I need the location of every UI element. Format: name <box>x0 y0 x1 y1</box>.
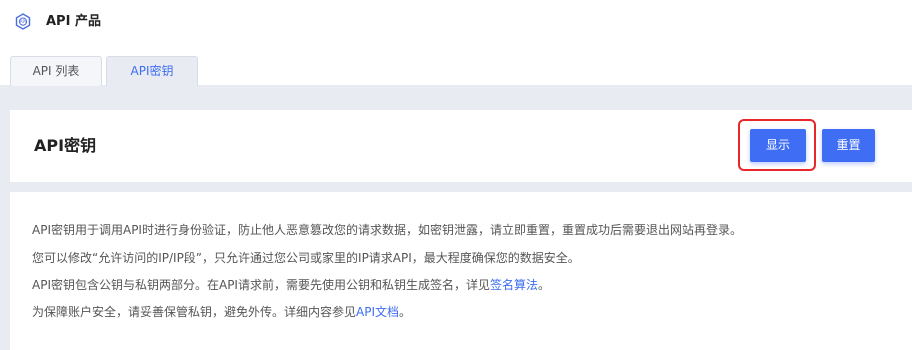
reset-button[interactable]: 重置 <box>822 129 875 162</box>
description-line-3: API密钥包含公钥与私钥两部分。在API请求前，需要先使用公钥和私钥生成签名，详… <box>32 276 550 294</box>
description-line-4-text: 为保障账户安全，请妥善保管私钥，避免外传。详细内容参见 <box>32 305 357 319</box>
page-title: API 产品 <box>46 14 101 29</box>
svg-text:API: API <box>20 19 27 24</box>
api-docs-link[interactable]: API文档 <box>356 305 399 319</box>
signature-algorithm-link[interactable]: 签名算法 <box>490 278 538 292</box>
section-title: API密钥 <box>34 136 97 155</box>
description-line-4: 为保障账户安全，请妥善保管私钥，避免外传。详细内容参见API文档。 <box>32 303 411 321</box>
description-line-2: 您可以修改“允许访问的IP/IP段”，只允许通过您公司或家里的IP请求API，最… <box>32 251 580 265</box>
description-line-3-end: 。 <box>538 278 551 292</box>
description-line-1: API密钥用于调用API时进行身份验证，防止他人恶意篡改您的请求数据，如密钥泄露… <box>32 223 742 237</box>
description-panel: API密钥用于调用API时进行身份验证，防止他人恶意篡改您的请求数据，如密钥泄露… <box>10 192 912 350</box>
description-line-4-end: 。 <box>399 305 412 319</box>
tab-api-list[interactable]: API 列表 <box>10 56 102 86</box>
tab-api-key[interactable]: API密钥 <box>106 56 198 86</box>
api-gear-icon: API <box>14 13 32 31</box>
show-button[interactable]: 显示 <box>750 129 806 162</box>
description-line-3-text: API密钥包含公钥与私钥两部分。在API请求前，需要先使用公钥和私钥生成签名，详… <box>32 278 490 292</box>
